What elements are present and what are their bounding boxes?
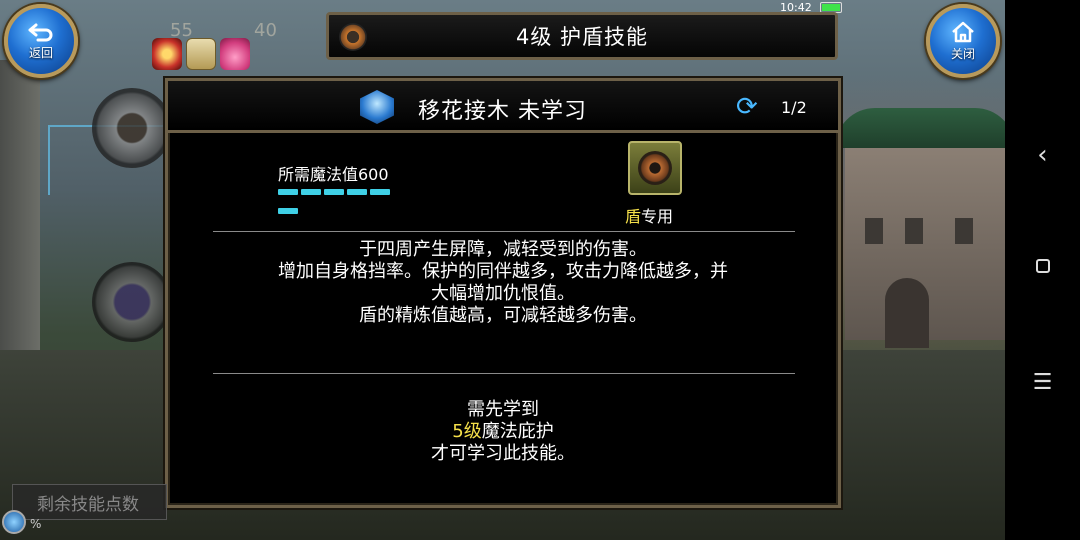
description-line: 增加自身格挡率。保护的同伴越多，攻击力降低越多，并 [278, 261, 728, 282]
notification-icons [152, 38, 250, 70]
gift-icon[interactable] [220, 38, 250, 70]
equipment-requirement: 盾专用 [625, 203, 673, 227]
mail-icon[interactable] [186, 38, 216, 70]
mp-segment [370, 189, 390, 195]
mp-segment [324, 189, 344, 195]
battery-icon [819, 1, 842, 13]
skill-name-status: 移花接木 未学习 [418, 99, 587, 124]
divider [213, 231, 795, 232]
back-arrow-icon [28, 23, 53, 41]
points-percent: % [30, 517, 42, 531]
shield-icon [638, 151, 672, 185]
description-line: 盾的精炼值越高，可减轻越多伤害。 [359, 305, 647, 326]
remaining-points-label: 剩余技能点数 [37, 494, 139, 515]
divider [213, 373, 795, 374]
skill-emblem-icon [360, 90, 394, 124]
skill-tree-line [48, 125, 50, 195]
orb-icon [2, 510, 26, 534]
remaining-skill-points: 剩余技能点数 [12, 484, 167, 520]
medal-icon[interactable] [152, 38, 182, 70]
dialog-header: 移花接木 未学习 ⟳ 1/2 [168, 81, 838, 133]
mp-segment [347, 189, 367, 195]
equipment-type: 盾 [625, 207, 642, 226]
background-building-right [835, 108, 1005, 348]
skill-tree-node[interactable] [92, 262, 172, 342]
background-number: 40 [254, 20, 277, 41]
skill-detail-dialog: 移花接木 未学习 ⟳ 1/2 所需魔法值600 盾专用 于四周产生屏障，减轻受到… [165, 78, 841, 508]
nav-home-button[interactable] [1005, 258, 1080, 277]
nav-back-button[interactable]: ‹ [1005, 140, 1080, 170]
description-line: 于四周产生屏障，减轻受到的伤害。 [359, 239, 647, 260]
page-indicator: 1/2 [781, 98, 807, 117]
equipment-suffix: 专用 [641, 207, 674, 226]
skill-tree-node[interactable] [92, 88, 172, 168]
nav-menu-button[interactable]: ☰ [1005, 370, 1080, 395]
prerequisite-skill: 5级魔法庇护 [168, 421, 838, 443]
close-button-label: 关闭 [950, 46, 975, 61]
mp-segment [278, 208, 298, 214]
mp-segment [278, 189, 298, 195]
back-button[interactable]: 返回 [4, 4, 78, 78]
title-bar: 4级 护盾技能 [326, 12, 838, 60]
background-building-left [0, 60, 40, 360]
home-icon [952, 21, 974, 42]
prerequisite-skill-name: 魔法庇护 [481, 421, 554, 442]
gear-icon [339, 23, 367, 51]
prerequisite-block: 需先学到 5级魔法庇护 才可学习此技能。 [168, 399, 838, 465]
mp-requirement: 所需魔法值600 [278, 165, 389, 184]
prerequisite-line: 需先学到 [467, 399, 539, 420]
back-button-label: 返回 [28, 45, 53, 60]
prerequisite-line: 才可学习此技能。 [431, 443, 575, 464]
equipment-icon [628, 141, 682, 195]
mp-segment-bar [278, 186, 398, 224]
swap-icon[interactable]: ⟳ [736, 94, 758, 120]
skill-description: 于四周产生屏障，减轻受到的伤害。 增加自身格挡率。保护的同伴越多，攻击力降低越多… [198, 239, 808, 327]
prerequisite-level: 5级 [452, 421, 482, 442]
close-button[interactable]: 关闭 [926, 4, 1000, 78]
mp-segment [301, 189, 321, 195]
page-title: 4级 护盾技能 [515, 25, 649, 49]
square-icon [1035, 259, 1050, 273]
description-line: 大幅增加仇恨值。 [431, 283, 575, 304]
system-nav-bar: ‹ ☰ [1005, 0, 1080, 540]
